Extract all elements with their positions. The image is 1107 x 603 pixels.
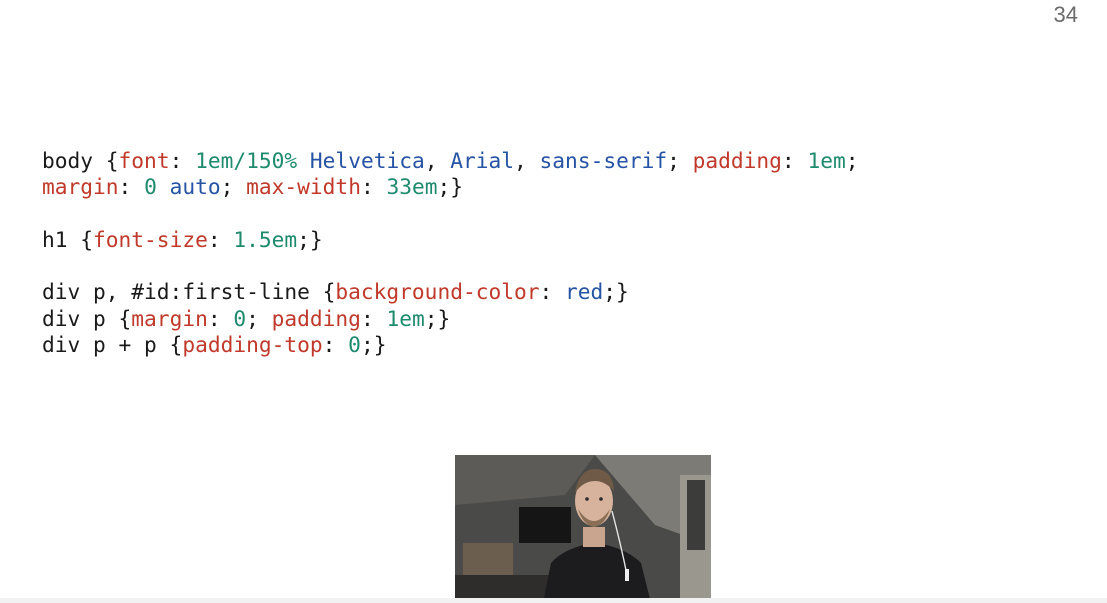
code-token-kw: red <box>565 279 604 305</box>
code-token-prop: margin <box>42 174 119 200</box>
code-token-default: : <box>207 305 234 331</box>
code-token-default: ; <box>246 305 272 331</box>
code-token-kw: Arial <box>450 148 515 173</box>
code-token-prop: max-width <box>246 174 361 200</box>
code-token-default: ; <box>845 148 859 173</box>
code-token-num: 1.5em <box>233 226 298 252</box>
presenter-video-feed-icon <box>455 455 711 603</box>
code-token-prop: padding-top <box>182 332 323 358</box>
code-token-default: ;} <box>297 226 323 252</box>
code-token-default: : <box>360 174 387 200</box>
code-token-num: 0 <box>144 174 157 200</box>
code-token-kw: Helvetica <box>309 148 425 173</box>
code-token-num: 33em <box>386 174 438 200</box>
code-token-prop: padding <box>271 305 361 331</box>
code-token-default: div p + p { <box>42 332 183 358</box>
code-token-default: body { <box>42 148 119 173</box>
code-token-num: 0 <box>233 305 247 331</box>
code-token-default: : <box>169 148 196 173</box>
code-line: margin: 0 auto; max-width: 33em;} <box>42 174 858 200</box>
code-token-default: : <box>322 332 349 358</box>
code-token-num: 1em/150% <box>195 148 298 173</box>
code-line: h1 {font-size: 1.5em;} <box>42 227 858 253</box>
code-token-default: ;} <box>437 174 464 200</box>
code-token-prop: font-size <box>93 226 208 252</box>
code-token-default: , <box>424 148 451 173</box>
code-line: div p + p {padding-top: 0;} <box>42 332 858 358</box>
code-token-default <box>157 174 170 199</box>
code-token-prop: font <box>118 148 170 173</box>
code-token-default: ;} <box>424 305 451 331</box>
code-token-default: ; <box>220 174 247 200</box>
code-token-default: : <box>207 226 234 252</box>
code-token-prop: background-color <box>335 279 540 305</box>
code-token-kw: sans-serif <box>539 148 668 173</box>
code-token-prop: padding <box>692 148 782 173</box>
bottom-strip <box>0 598 1107 603</box>
code-line: body {font: 1em/150% Helvetica, Arial, s… <box>42 148 858 174</box>
code-token-default <box>297 148 310 173</box>
code-token-default: h1 { <box>42 226 94 252</box>
code-token-default: div p, #id:first-line { <box>42 279 336 305</box>
css-code-block: body {font: 1em/150% Helvetica, Arial, s… <box>42 148 858 358</box>
code-token-default: : <box>539 279 566 305</box>
code-token-kw: auto <box>169 174 221 200</box>
code-token-default: : <box>781 148 808 173</box>
code-token-num: 1em <box>386 305 425 331</box>
code-line: div p, #id:first-line {background-color:… <box>42 279 858 305</box>
code-token-default: ;} <box>360 332 387 358</box>
presenter-webcam-video <box>455 455 711 603</box>
code-token-default: ;} <box>603 279 629 305</box>
code-token-prop: margin <box>131 305 208 331</box>
code-token-default: : <box>360 305 387 331</box>
code-token-default: , <box>514 148 540 173</box>
code-token-default: : <box>118 174 145 200</box>
code-token-num: 0 <box>348 332 361 358</box>
code-token-default: div p { <box>42 305 132 331</box>
code-token-num: 1em <box>807 148 846 173</box>
code-token-default: ; <box>667 148 693 173</box>
presentation-slide: 34 body {font: 1em/150% Helvetica, Arial… <box>0 0 1107 603</box>
code-line: div p {margin: 0; padding: 1em;} <box>42 306 858 332</box>
slide-page-number: 34 <box>1053 2 1078 27</box>
